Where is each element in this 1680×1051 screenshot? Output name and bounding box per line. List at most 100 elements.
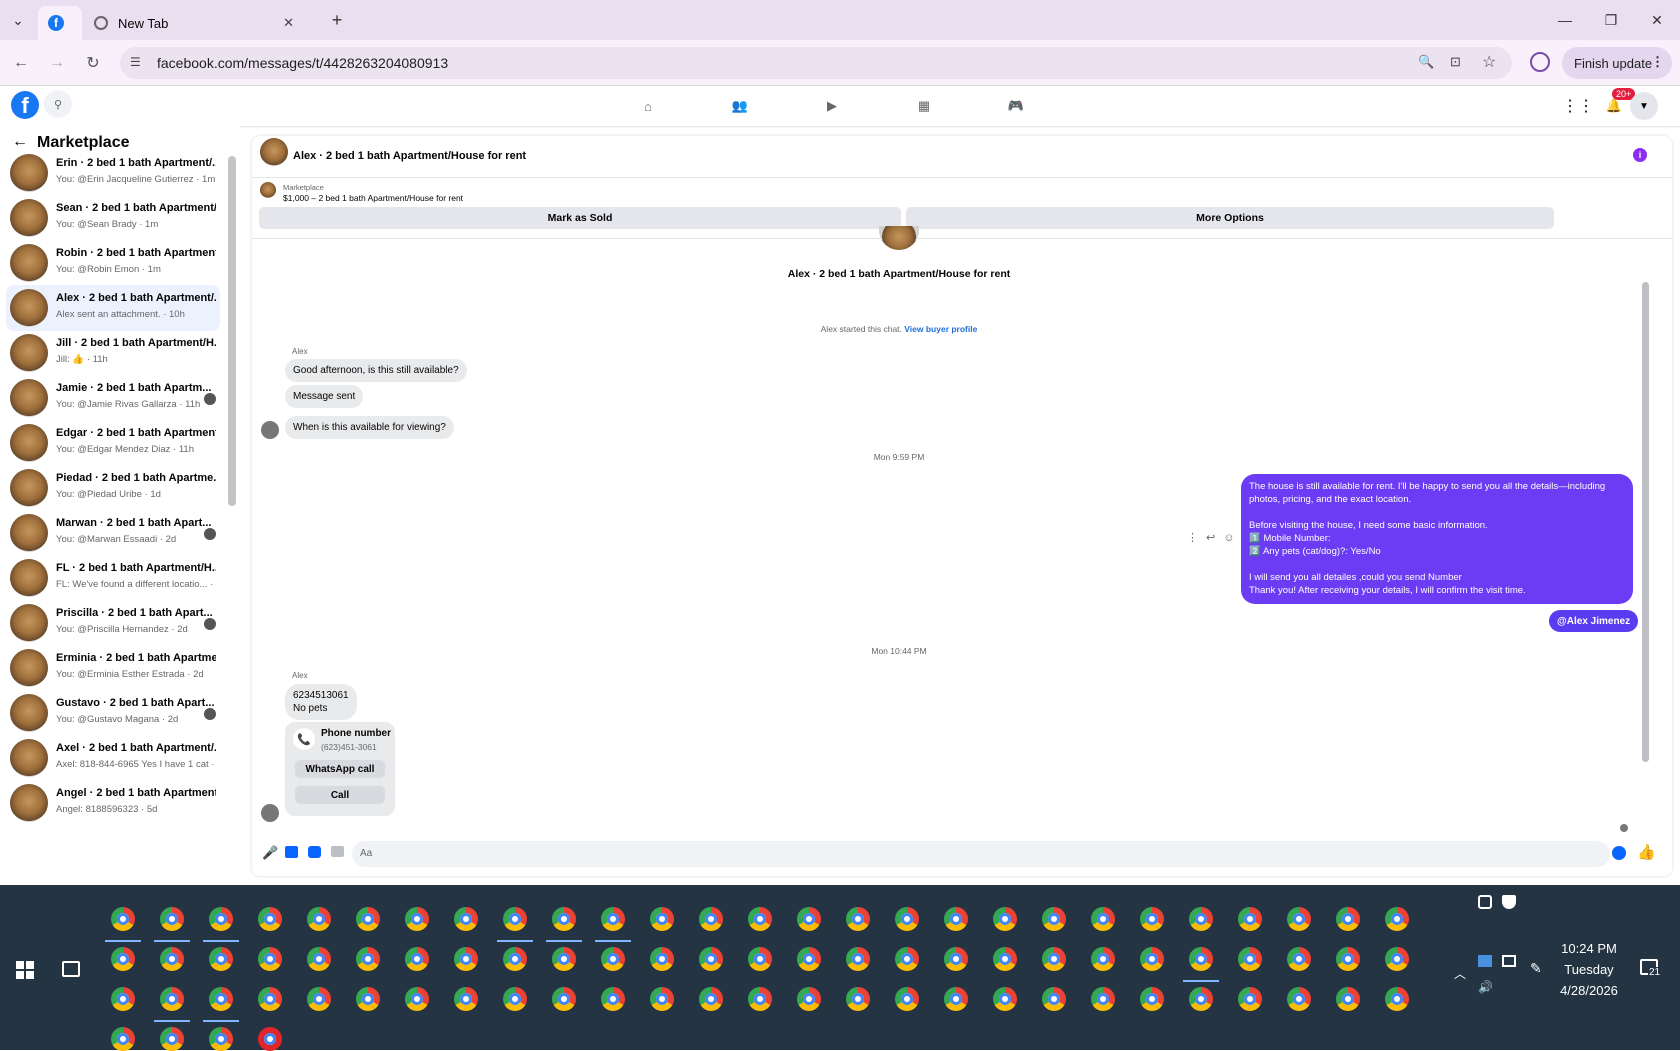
chrome-taskbar-icon[interactable] bbox=[1287, 947, 1311, 971]
chrome-taskbar-icon[interactable] bbox=[405, 947, 429, 971]
chrome-taskbar-icon[interactable] bbox=[601, 987, 625, 1011]
chrome-taskbar-icon[interactable] bbox=[209, 987, 233, 1011]
chrome-taskbar-icon[interactable] bbox=[258, 987, 282, 1011]
chrome-taskbar-icon[interactable] bbox=[1091, 907, 1115, 931]
conversation-item[interactable]: Piedad · 2 bed 1 bath Apartme... You: @Pi… bbox=[6, 465, 220, 511]
chrome-taskbar-icon[interactable] bbox=[552, 947, 576, 971]
volume-icon[interactable]: 🔊 bbox=[1478, 980, 1493, 994]
chrome-taskbar-icon[interactable] bbox=[846, 987, 870, 1011]
conversation-item[interactable]: Robin · 2 bed 1 bath Apartment... You: @R… bbox=[6, 240, 220, 286]
chrome-taskbar-icon[interactable] bbox=[1189, 947, 1213, 971]
chrome-taskbar-icon[interactable] bbox=[307, 947, 331, 971]
conversation-item[interactable]: FL · 2 bed 1 bath Apartment/H... FL: We'v… bbox=[6, 555, 220, 601]
chrome-taskbar-icon[interactable] bbox=[895, 987, 919, 1011]
gaming-icon[interactable]: 🎮 bbox=[1006, 96, 1026, 116]
conversation-item[interactable]: Priscilla · 2 bed 1 bath Apart... You: @P… bbox=[6, 600, 220, 646]
chrome-taskbar-icon[interactable] bbox=[1140, 947, 1164, 971]
chrome-taskbar-icon[interactable] bbox=[699, 947, 723, 971]
url-text[interactable]: facebook.com/messages/t/4428263204080913 bbox=[157, 55, 448, 71]
listing-line[interactable]: $1,000 – 2 bed 1 bath Apartment/House fo… bbox=[283, 193, 463, 203]
message-bubble[interactable]: Message sent bbox=[285, 385, 364, 408]
gif-icon[interactable] bbox=[331, 846, 344, 857]
chrome-taskbar-icon[interactable] bbox=[1287, 907, 1311, 931]
chrome-taskbar-icon[interactable] bbox=[258, 947, 282, 971]
chrome-taskbar-icon[interactable] bbox=[356, 987, 380, 1011]
chrome-taskbar-icon[interactable] bbox=[454, 947, 478, 971]
message-bubble[interactable]: 6234513061 No pets bbox=[285, 684, 357, 720]
chrome-taskbar-icon[interactable] bbox=[160, 907, 184, 931]
message-bubble[interactable]: Good afternoon, is this still available? bbox=[285, 359, 467, 382]
conversation-item[interactable]: Jamie · 2 bed 1 bath Apartm... You: @Jami… bbox=[6, 375, 220, 421]
chrome-taskbar-icon[interactable] bbox=[650, 907, 674, 931]
chrome-taskbar-icon[interactable] bbox=[160, 947, 184, 971]
chrome-taskbar-icon[interactable] bbox=[993, 907, 1017, 931]
chrome-taskbar-icon[interactable] bbox=[993, 947, 1017, 971]
chrome-taskbar-icon[interactable] bbox=[895, 947, 919, 971]
chrome-taskbar-icon[interactable] bbox=[1189, 907, 1213, 931]
sender-avatar[interactable] bbox=[261, 804, 279, 822]
chrome-taskbar-icon[interactable] bbox=[1091, 987, 1115, 1011]
sticker-icon[interactable] bbox=[308, 846, 321, 858]
tab-facebook[interactable]: f bbox=[38, 6, 82, 40]
outgoing-message-bubble[interactable]: The house is still available for rent. I… bbox=[1241, 474, 1633, 604]
more-icon[interactable]: ⋮ bbox=[1187, 532, 1206, 544]
opera-taskbar-icon[interactable] bbox=[258, 1027, 282, 1051]
friends-icon[interactable]: 👥 bbox=[730, 96, 750, 116]
chrome-taskbar-icon[interactable] bbox=[405, 907, 429, 931]
chrome-taskbar-icon[interactable] bbox=[797, 987, 821, 1011]
chrome-taskbar-icon[interactable] bbox=[209, 907, 233, 931]
chrome-taskbar-icon[interactable] bbox=[944, 987, 968, 1011]
chrome-taskbar-icon[interactable] bbox=[1140, 987, 1164, 1011]
chrome-taskbar-icon[interactable] bbox=[944, 907, 968, 931]
tab-search-chevron-icon[interactable]: ⌄ bbox=[8, 10, 28, 30]
whatsapp-call-button[interactable]: WhatsApp call bbox=[295, 760, 385, 778]
close-tab-icon[interactable]: ✕ bbox=[283, 15, 294, 31]
chrome-taskbar-icon[interactable] bbox=[209, 947, 233, 971]
reply-icon[interactable]: ↩ bbox=[1206, 532, 1223, 544]
bookmark-star-icon[interactable]: ☆ bbox=[1482, 52, 1496, 72]
chat-header-title[interactable]: Alex · 2 bed 1 bath Apartment/House for … bbox=[293, 150, 526, 162]
chrome-taskbar-icon[interactable] bbox=[307, 987, 331, 1011]
restore-icon[interactable]: ❐ bbox=[1601, 10, 1621, 30]
video-icon[interactable]: ▶ bbox=[822, 96, 842, 116]
chrome-taskbar-icon[interactable] bbox=[601, 947, 625, 971]
install-icon[interactable]: ⊡ bbox=[1450, 54, 1461, 70]
address-bar[interactable]: ☰ facebook.com/messages/t/44282632040809… bbox=[120, 47, 1512, 79]
chrome-taskbar-icon[interactable] bbox=[1189, 987, 1213, 1011]
chrome-taskbar-icon[interactable] bbox=[503, 947, 527, 971]
minimize-icon[interactable]: — bbox=[1555, 10, 1575, 30]
reload-icon[interactable]: ↻ bbox=[82, 52, 104, 74]
chrome-taskbar-icon[interactable] bbox=[552, 907, 576, 931]
chrome-taskbar-icon[interactable] bbox=[650, 987, 674, 1011]
chrome-taskbar-icon[interactable] bbox=[258, 907, 282, 931]
home-icon[interactable]: ⌂ bbox=[638, 96, 658, 116]
chrome-taskbar-icon[interactable] bbox=[160, 987, 184, 1011]
conversation-item[interactable]: Sean · 2 bed 1 bath Apartment/... You: @S… bbox=[6, 195, 220, 241]
chrome-taskbar-icon[interactable] bbox=[1385, 947, 1409, 971]
photo-icon[interactable] bbox=[285, 846, 298, 858]
tab-new-tab[interactable]: New Tab ✕ bbox=[84, 6, 314, 40]
conversation-item[interactable]: Alex · 2 bed 1 bath Apartment/... Alex se… bbox=[6, 285, 220, 331]
conversation-item[interactable]: Angel · 2 bed 1 bath Apartment... Angel: … bbox=[6, 780, 220, 826]
chrome-taskbar-icon[interactable] bbox=[111, 1027, 135, 1051]
chrome-taskbar-icon[interactable] bbox=[1238, 907, 1262, 931]
chrome-taskbar-icon[interactable] bbox=[454, 907, 478, 931]
chrome-taskbar-icon[interactable] bbox=[1042, 907, 1066, 931]
security-icon[interactable] bbox=[1502, 895, 1516, 909]
start-windows-icon[interactable] bbox=[16, 961, 34, 979]
chrome-taskbar-icon[interactable] bbox=[1336, 987, 1360, 1011]
show-hidden-icons[interactable]: ︿ bbox=[1454, 965, 1466, 982]
conversation-item[interactable]: Erminia · 2 bed 1 bath Apartme... You: @E… bbox=[6, 645, 220, 691]
chrome-taskbar-icon[interactable] bbox=[1385, 987, 1409, 1011]
chrome-taskbar-icon[interactable] bbox=[699, 987, 723, 1011]
chrome-taskbar-icon[interactable] bbox=[1336, 947, 1360, 971]
chrome-taskbar-icon[interactable] bbox=[748, 947, 772, 971]
chrome-taskbar-icon[interactable] bbox=[944, 947, 968, 971]
info-icon[interactable]: i bbox=[1633, 148, 1647, 162]
meet-icon[interactable] bbox=[1478, 955, 1492, 967]
conversation-item[interactable]: Jill · 2 bed 1 bath Apartment/H... Jill: … bbox=[6, 330, 220, 376]
chrome-taskbar-icon[interactable] bbox=[454, 987, 478, 1011]
forward-icon[interactable]: → bbox=[46, 52, 68, 74]
site-info-icon[interactable]: ☰ bbox=[130, 55, 141, 69]
finish-update-button[interactable]: Finish update ⋮ bbox=[1562, 47, 1672, 79]
